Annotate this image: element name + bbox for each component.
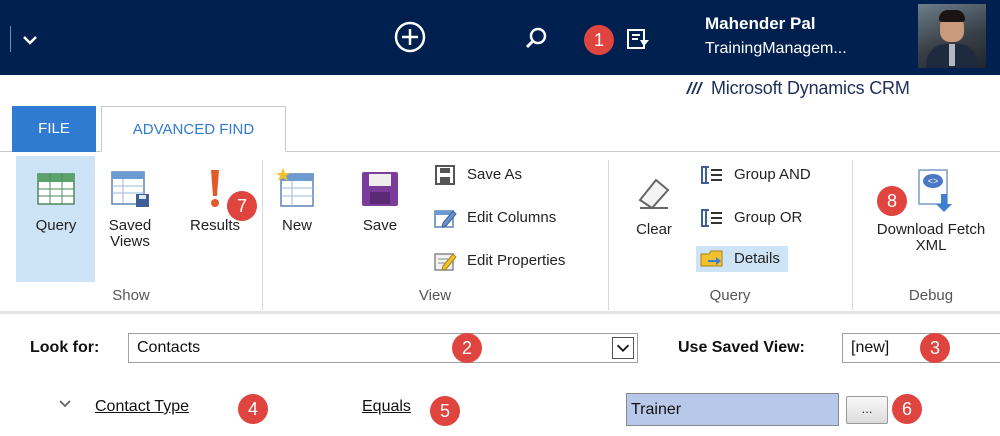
look-for-value: Contacts [137, 339, 201, 356]
eraser-icon [638, 178, 670, 210]
save-as-icon [435, 165, 455, 185]
tab-file[interactable]: FILE [12, 106, 96, 152]
details-icon [700, 250, 723, 267]
callout-badge-5: 5 [430, 396, 460, 426]
group-or-button[interactable]: Group OR [700, 205, 802, 231]
callout-badge-7: 7 [227, 191, 257, 221]
condition-operator-link[interactable]: Equals [362, 398, 411, 416]
group-and-button[interactable]: Group AND [700, 162, 811, 188]
group-separator [852, 160, 853, 310]
save-label: Save [362, 217, 398, 234]
download-label-1: Download Fetch [876, 221, 986, 238]
group-label-debug: Debug [908, 287, 954, 304]
group-and-icon [701, 166, 722, 184]
details-label: Details [734, 250, 780, 267]
group-and-label: Group AND [734, 166, 811, 183]
look-for-label: Look for: [30, 339, 100, 356]
svg-text:<>: <> [928, 176, 939, 186]
create-new-icon[interactable] [394, 21, 426, 53]
dynamics-logo-icon [686, 82, 703, 94]
avatar-hair [939, 10, 965, 22]
condition-field-link[interactable]: Contact Type [95, 398, 189, 416]
saved-views-icon [111, 171, 149, 207]
edit-columns-icon [434, 210, 457, 228]
details-button[interactable]: Details [696, 246, 788, 272]
callout-badge-1: 1 [584, 25, 614, 55]
top-nav-bar: Mahender Pal TrainingManagem... [0, 0, 1000, 75]
saved-views-button[interactable]: Saved Views [100, 166, 160, 250]
new-label: New [281, 217, 312, 234]
group-label-view: View [418, 287, 452, 304]
expand-chevron-icon[interactable] [58, 399, 72, 409]
callout-badge-6: 6 [892, 394, 922, 424]
saved-views-label-1: Saved [108, 217, 152, 234]
edit-properties-icon [434, 253, 457, 271]
save-disk-icon [362, 172, 398, 206]
brand-logo: Microsoft Dynamics CRM [685, 78, 910, 99]
download-label-2: XML [915, 237, 947, 254]
callout-badge-8: 8 [877, 186, 907, 216]
saved-view-label: Use Saved View: [678, 339, 805, 356]
condition-value-input[interactable]: Trainer [626, 393, 839, 426]
edit-columns-label: Edit Columns [467, 209, 557, 226]
group-label-query: Query [709, 287, 751, 304]
lookup-button[interactable]: ... [846, 396, 888, 424]
ribbon: Query Saved Views Results New Save Save … [0, 152, 1000, 312]
chevron-down-icon[interactable] [22, 34, 38, 46]
group-separator [262, 160, 263, 310]
results-label: Results [189, 217, 241, 234]
look-for-select[interactable]: Contacts [128, 333, 638, 363]
avatar[interactable] [918, 4, 986, 68]
group-or-label: Group OR [734, 209, 803, 226]
query-label: Query [35, 217, 77, 234]
save-as-button[interactable]: Save As [433, 162, 522, 188]
brand-name: Microsoft Dynamics CRM [711, 78, 910, 98]
new-grid-icon [276, 168, 314, 207]
advanced-find-icon[interactable] [626, 28, 650, 50]
group-label-show: Show [112, 287, 150, 304]
edit-properties-label: Edit Properties [467, 252, 566, 269]
query-button[interactable]: Query [18, 166, 94, 234]
query-grid-icon [37, 173, 75, 205]
new-button[interactable]: New [272, 166, 322, 234]
saved-views-label-2: Views [110, 233, 150, 250]
tab-advanced-find[interactable]: ADVANCED FIND [101, 106, 286, 152]
download-xml-icon: <> [918, 169, 952, 212]
callout-badge-2: 2 [452, 333, 482, 363]
clear-button[interactable]: Clear [626, 174, 682, 238]
chevron-down-icon[interactable] [612, 337, 634, 359]
organization-name[interactable]: TrainingManagem... [705, 40, 847, 58]
ribbon-bottom-border [0, 311, 1000, 314]
avatar-tie [949, 44, 955, 66]
nav-divider [10, 26, 11, 52]
user-name[interactable]: Mahender Pal [705, 14, 816, 34]
saved-view-value: [new] [851, 339, 890, 356]
edit-columns-button[interactable]: Edit Columns [433, 205, 556, 231]
save-button[interactable]: Save [354, 166, 406, 234]
group-or-icon [701, 209, 722, 227]
callout-badge-4: 4 [238, 394, 268, 424]
group-separator [608, 160, 609, 310]
edit-properties-button[interactable]: Edit Properties [433, 248, 565, 274]
search-icon[interactable] [524, 25, 550, 51]
clear-label: Clear [636, 221, 672, 238]
callout-badge-3: 3 [920, 333, 950, 363]
save-as-label: Save As [467, 166, 523, 183]
